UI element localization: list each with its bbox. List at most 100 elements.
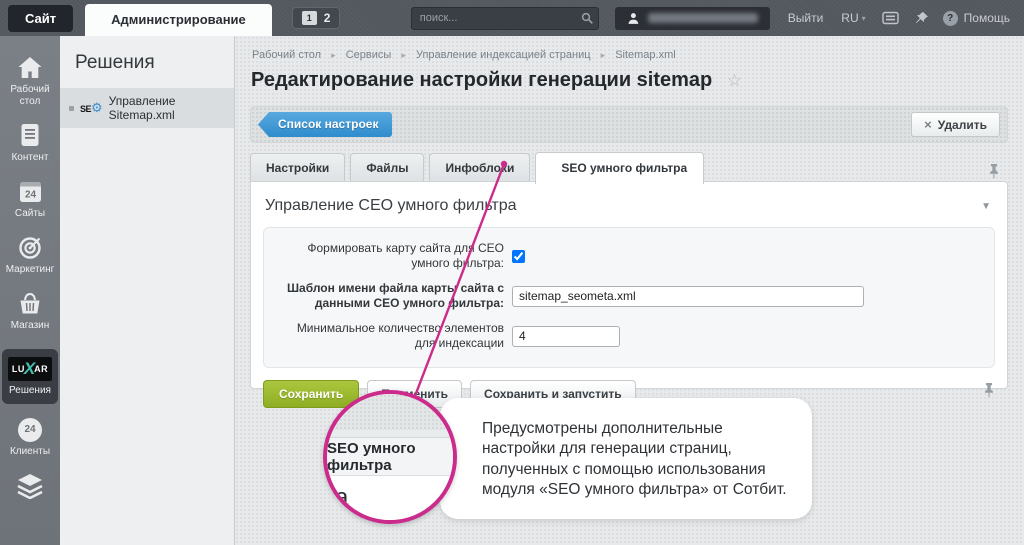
pushpin-icon [988,163,1000,179]
sidebar-item-label: Магазин [11,320,50,332]
calendar-24-icon: 24 [18,180,43,204]
min-elements-input[interactable] [512,326,620,347]
admin-tab-button[interactable]: Администрирование [85,4,272,36]
notification-icon: 1 [302,11,317,25]
collapse-section-icon[interactable]: ▼ [981,201,991,212]
pin-form-button[interactable] [988,163,1000,179]
breadcrumb-item[interactable]: Рабочий стол [252,49,321,61]
form-row-template: Шаблон имени файла карты сайта с данными… [276,281,982,311]
search-icon[interactable] [578,12,598,25]
sidebar-item-content[interactable]: Контент [2,123,58,164]
badge-24-text: 24 [24,189,36,200]
bullet-icon [69,106,74,111]
section-header: Управление СЕО умного фильтра ▼ [251,182,1007,225]
sidebar-item-label: Рабочий стол [2,84,58,107]
sidebar-item-desktop[interactable]: Рабочий стол [2,56,58,107]
target-icon [18,235,43,260]
sidebar-item-layers[interactable] [2,473,58,503]
sidebar-item-sitemap-management[interactable]: SE ⚙ Управление Sitemap.xml [60,88,234,128]
favorite-star-icon[interactable]: ☆ [727,71,742,90]
seo-gear-icon: SE ⚙ [80,103,103,114]
basket-icon [17,292,43,316]
notifications-button[interactable]: 1 2 [292,7,341,29]
tab-iblocks[interactable]: Инфоблоки [429,153,530,183]
clients-24-icon: 24 [18,418,42,442]
solutions-panel: Решения SE ⚙ Управление Sitemap.xml [60,36,235,545]
sitemap-item-label: Управление Sitemap.xml [109,94,228,122]
left-icon-sidebar: Рабочий стол Контент 24 Сайты [0,36,60,545]
breadcrumb-separator-icon: ▸ [401,50,406,60]
callout-text: Предусмотрены дополнительные настройки д… [482,419,796,501]
notification-count: 2 [324,11,331,25]
settings-fieldset: Формировать карту сайта для СЕО умного ф… [263,227,995,368]
form-row-min-count: Минимальное количество элементов для инд… [276,321,982,351]
gear-icon: ⚙ [91,103,103,113]
tab-settings[interactable]: Настройки [250,153,345,183]
save-button[interactable]: Сохранить [263,380,359,408]
sidebar-item-shop[interactable]: Магазин [2,292,58,332]
sidebar-item-label: Маркетинг [6,264,55,276]
sidebar-item-label: Клиенты [10,446,50,458]
question-icon: ? [943,11,958,26]
context-toolbar: Список настроек × Удалить [250,106,1008,143]
generate-sitemap-checkbox[interactable] [512,250,525,263]
chevron-down-icon: ▾ [862,14,866,23]
tab-seo-smart-filter[interactable]: SEO умного фильтра [535,152,704,184]
search-input[interactable] [412,12,578,24]
help-label: Помощь [964,11,1010,25]
site-tab-button[interactable]: Сайт [8,5,73,32]
sidebar-item-clients[interactable]: 24 Клиенты [2,418,58,458]
settings-list-button[interactable]: Список настроек [258,112,392,137]
section-title: Управление СЕО умного фильтра [265,197,517,215]
min-count-field-label: Минимальное количество элементов для инд… [276,321,504,351]
breadcrumb: Рабочий стол ▸ Сервисы ▸ Управление инде… [252,49,676,61]
solutions-panel-title: Решения [60,36,234,88]
sidebar-item-solutions[interactable]: LUXAR Решения [2,349,58,404]
form-row-generate: Формировать карту сайта для СЕО умного ф… [276,241,982,271]
pin-panel-button[interactable] [915,11,929,25]
template-filename-input[interactable] [512,286,864,307]
generate-checkbox-label: Формировать карту сайта для СЕО умного ф… [276,241,504,271]
form-tabs: Настройки Файлы Инфоблоки SEO умного фил… [250,152,1008,183]
search-box[interactable] [411,7,599,30]
breadcrumb-item[interactable]: Sitemap.xml [615,49,676,61]
luxar-logo: LUXAR [8,357,52,381]
sidebar-item-label: Контент [11,152,48,164]
zoomed-seo-tab: SEO умного фильтра [327,438,453,476]
language-code: RU [841,11,858,25]
pin-buttons-button[interactable] [983,382,995,398]
admin-page: Сайт Администрирование 1 2 Выйти R [0,0,1024,545]
page-title: Редактирование настройки генерации sitem… [251,69,712,91]
help-button[interactable]: ? Помощь [943,11,1010,26]
breadcrumb-separator-icon: ▸ [331,50,336,60]
logout-link[interactable]: Выйти [788,11,824,25]
language-selector[interactable]: RU ▾ [841,11,865,25]
sidebar-item-marketing[interactable]: Маркетинг [2,235,58,276]
breadcrumb-item[interactable]: Сервисы [346,49,392,61]
template-field-label: Шаблон имени файла карты сайта с данными… [276,281,504,311]
seo-icon-text: SE [80,104,91,114]
user-name-redacted [648,13,758,23]
home-icon [17,56,43,80]
keyboard-icon [882,11,899,25]
user-menu-button[interactable] [615,7,770,30]
user-icon [627,12,640,25]
topbar: Сайт Администрирование 1 2 Выйти R [0,0,1024,36]
callout-bubble: Предусмотрены дополнительные настройки д… [440,398,812,519]
zoomed-panel-area: а [327,476,453,520]
breadcrumb-item[interactable]: Управление индексацией страниц [416,49,591,61]
zoomed-strip [327,430,453,438]
sidebar-item-label: Сайты [15,208,45,220]
sidebar-item-sites[interactable]: 24 Сайты [2,180,58,220]
delete-button-label: Удалить [938,118,987,132]
zoomed-letter: а [335,484,348,512]
pin-icon [915,11,929,25]
tab-files[interactable]: Файлы [350,153,424,183]
magnifier-callout-circle: SEO умного фильтра а [323,390,457,524]
pushpin-icon [983,382,995,398]
hotkeys-button[interactable] [882,11,899,25]
luxar-logo-right: AR [34,364,48,374]
delete-button[interactable]: × Удалить [911,112,1000,137]
close-icon: × [924,117,932,132]
zoomed-bar [327,520,453,524]
